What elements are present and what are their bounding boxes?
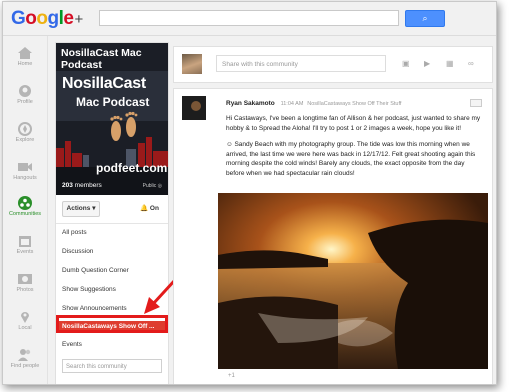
avatar[interactable] [182, 54, 202, 74]
avatar[interactable] [182, 96, 206, 120]
photo-icon[interactable]: ▣ [402, 59, 412, 68]
post-category[interactable]: NosillaCastaways Show Off Their Stuff [307, 101, 401, 107]
link-icon[interactable]: ∞ [468, 59, 478, 68]
share-input[interactable]: Share with this community [216, 55, 386, 72]
browser-window: Google+ ⌕ Home Profile Explore Hangouts … [2, 1, 497, 385]
sunset-beach-photo [218, 193, 488, 369]
post-time[interactable]: 11:04 AM [281, 101, 304, 107]
post-photo[interactable] [218, 193, 488, 369]
post-header: Ryan Sakamoto 11:04 AM NosillaCastaways … [226, 100, 401, 107]
post-author[interactable]: Ryan Sakamoto [226, 100, 275, 107]
post-body: Hi Castaways, I've been a longtime fan o… [226, 114, 484, 185]
post-paragraph: ☺ Sandy Beach with my photography group.… [226, 141, 476, 177]
post-card: Ryan Sakamoto 11:04 AM NosillaCastaways … [173, 88, 493, 384]
plus-one-button[interactable]: +1 [228, 373, 235, 379]
share-box: Share with this community ▣ ▶ ▦ ∞ [173, 46, 493, 83]
event-icon[interactable]: ▦ [446, 59, 456, 68]
post-menu-button[interactable] [470, 99, 482, 107]
post-paragraph: Hi Castaways, I've been a longtime fan o… [226, 115, 481, 132]
avatar-image [182, 96, 206, 120]
video-icon[interactable]: ▶ [424, 59, 434, 68]
